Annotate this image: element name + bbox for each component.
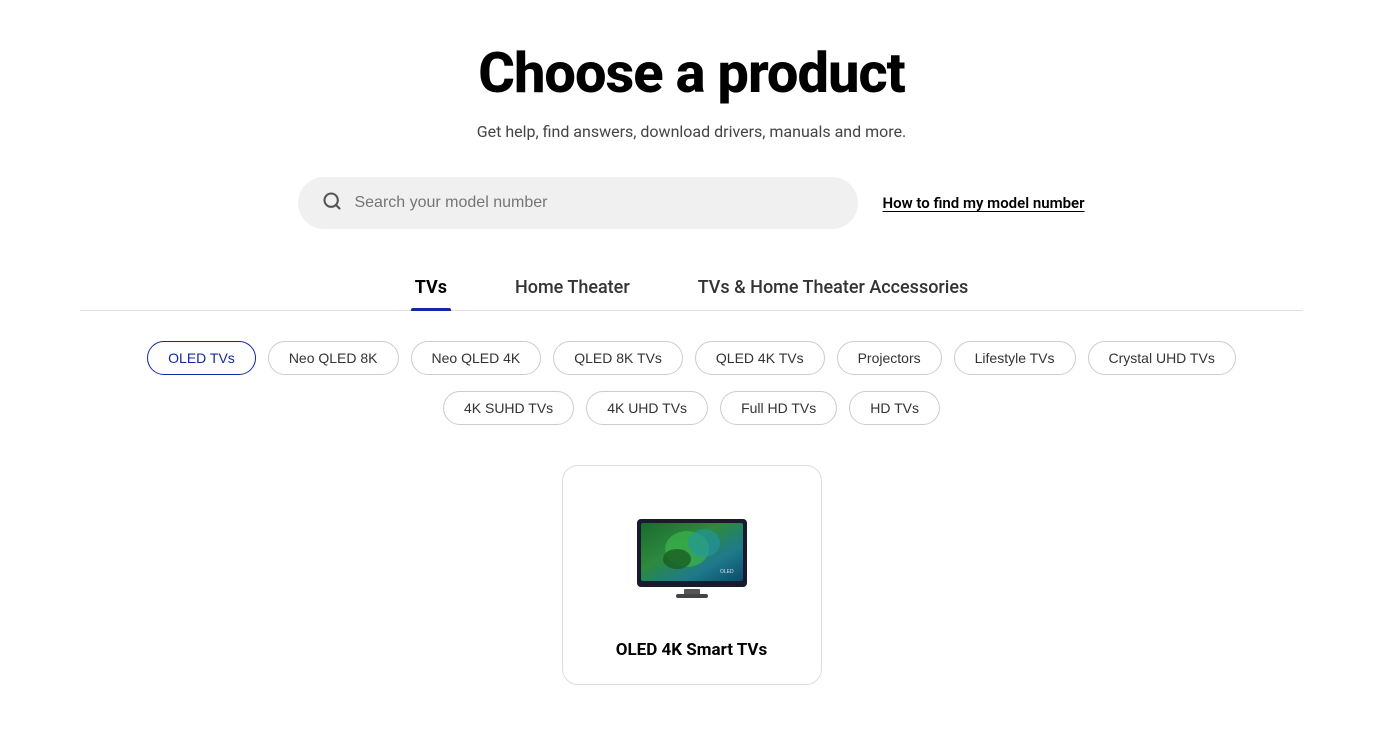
page-container: Choose a product Get help, find answers,… [0, 0, 1383, 725]
search-bar [298, 177, 858, 229]
filter-qled-8k-tvs[interactable]: QLED 8K TVs [553, 341, 683, 375]
tabs-container: TVs Home Theater TVs & Home Theater Acce… [80, 265, 1303, 311]
filter-crystal-uhd-tvs[interactable]: Crystal UHD TVs [1088, 341, 1236, 375]
tab-tvs[interactable]: TVs [411, 265, 451, 310]
tab-accessories[interactable]: TVs & Home Theater Accessories [694, 265, 973, 310]
filter-oled-tvs[interactable]: OLED TVs [147, 341, 256, 375]
product-card-oled-4k[interactable]: OLED OLED 4K Smart TVs [562, 465, 822, 685]
filter-pills-row1: OLED TVs Neo QLED 8K Neo QLED 4K QLED 8K… [142, 341, 1242, 375]
filter-4k-suhd-tvs[interactable]: 4K SUHD TVs [443, 391, 574, 425]
search-icon [322, 191, 342, 215]
search-row: How to find my model number [80, 177, 1303, 229]
tab-home-theater[interactable]: Home Theater [511, 265, 634, 310]
filter-hd-tvs[interactable]: HD TVs [849, 391, 940, 425]
filter-projectors[interactable]: Projectors [837, 341, 942, 375]
page-title: Choose a product [478, 40, 904, 106]
filter-neo-qled-8k[interactable]: Neo QLED 8K [268, 341, 399, 375]
product-grid: OLED OLED 4K Smart TVs [80, 465, 1303, 685]
filter-neo-qled-4k[interactable]: Neo QLED 4K [411, 341, 542, 375]
filter-qled-4k-tvs[interactable]: QLED 4K TVs [695, 341, 825, 375]
model-number-link[interactable]: How to find my model number [882, 194, 1084, 212]
search-input[interactable] [354, 194, 834, 212]
filter-4k-uhd-tvs[interactable]: 4K UHD TVs [586, 391, 708, 425]
product-image-area: OLED [622, 496, 762, 616]
filter-full-hd-tvs[interactable]: Full HD TVs [720, 391, 837, 425]
filter-lifestyle-tvs[interactable]: Lifestyle TVs [954, 341, 1076, 375]
product-label: OLED 4K Smart TVs [616, 640, 768, 660]
product-image-tv: OLED [632, 511, 752, 601]
page-subtitle: Get help, find answers, download drivers… [477, 122, 907, 141]
filter-pills-row2: 4K SUHD TVs 4K UHD TVs Full HD TVs HD TV… [142, 391, 1242, 425]
svg-text:OLED: OLED [720, 569, 734, 575]
